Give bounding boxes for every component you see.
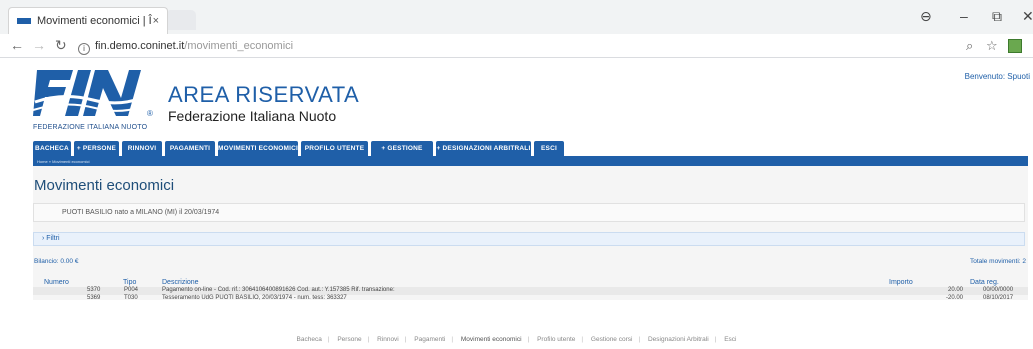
header-descrizione[interactable]: Descrizione — [162, 279, 199, 286]
menu-bacheca[interactable]: BACHECA — [33, 141, 71, 156]
logo-subtitle: FEDERAZIONE ITALIANA NUOTO — [33, 124, 148, 131]
bilancio-label: Bilancio: 0.00 € — [34, 258, 79, 265]
minimize-icon[interactable]: – — [960, 8, 968, 24]
footer-link-movimenti-economici[interactable]: Movimenti economici — [461, 336, 522, 343]
menu-designazioni-arbitrali[interactable]: + DESIGNAZIONI ARBITRALI — [436, 141, 531, 156]
footer-link-persone[interactable]: Persone — [337, 336, 361, 343]
menu-profilo-utente[interactable]: PROFILO UTENTE — [301, 141, 368, 156]
cell-numero: 5370 — [87, 287, 101, 293]
header-numero[interactable]: Numero — [44, 279, 69, 286]
totale-movimenti: Totale movimenti: 2 — [970, 258, 1026, 265]
main-menu: BACHECA + PERSONE RINNOVI PAGAMENTI MOVI… — [33, 141, 1028, 167]
federation-name: Federazione Italiana Nuoto — [168, 108, 337, 124]
forward-icon[interactable]: → — [32, 37, 46, 53]
bookmark-star-icon[interactable]: ☆ — [986, 38, 998, 54]
table-row[interactable]: 5369 T030 Tesseramento UdG PUOTI BASILIO… — [33, 295, 1028, 303]
area-riservata-title: AREA RISERVATA — [168, 82, 360, 107]
menu-pagamenti[interactable]: PAGAMENTI — [165, 141, 215, 156]
cell-descrizione: Pagamento on-line - Cod. rif.: 306410640… — [162, 287, 395, 293]
footer-link-bacheca[interactable]: Bacheca — [297, 336, 322, 343]
svg-text:®: ® — [147, 109, 153, 118]
maximize-icon[interactable]: ⧉ — [992, 8, 1002, 25]
tab-title: Movimenti economici | Î — [37, 15, 152, 27]
window-close-icon[interactable]: ✕ — [1022, 8, 1033, 25]
back-icon[interactable]: ← — [10, 37, 24, 53]
footer-link-pagamenti[interactable]: Pagamenti — [414, 336, 445, 343]
footer-link-rinnovi[interactable]: Rinnovi — [377, 336, 399, 343]
footer-link-designazioni-arbitrali[interactable]: Designazioni Arbitrali — [648, 336, 709, 343]
footer-nav: Bacheca | Persone | Rinnovi | Pagamenti | Mo… — [296, 336, 737, 343]
url-host: fin.demo.coninet.it — [95, 40, 185, 52]
url-field[interactable]: i fin.demo.coninet.it/movimenti_economici — [78, 36, 960, 56]
table-row[interactable]: 5370 P004 Pagamento on-line - Cod. rif.:… — [33, 287, 1028, 295]
address-bar: ← → ↻ i fin.demo.coninet.it/movimenti_eco… — [0, 34, 1033, 58]
reload-icon[interactable]: ↻ — [55, 37, 67, 54]
menu-persone[interactable]: + PERSONE — [74, 141, 119, 156]
footer-link-gestione-corsi[interactable]: Gestione corsi — [591, 336, 633, 343]
footer-link-profilo-utente[interactable]: Profilo utente — [537, 336, 575, 343]
header-tipo[interactable]: Tipo — [123, 279, 136, 286]
cell-data: 00/00/0000 — [983, 287, 1014, 293]
browser-tabstrip: Movimenti economici | Î × ⊖ – ⧉ ✕ — [0, 0, 1033, 34]
zoom-icon[interactable]: ⌕ — [966, 38, 973, 54]
fin-logo[interactable]: ® — [33, 66, 155, 122]
filter-toggle[interactable]: › Filtri — [33, 232, 1025, 246]
info-icon[interactable]: i — [78, 43, 90, 55]
cell-numero: 5369 — [87, 295, 101, 301]
url-path: /movimenti_economici — [184, 40, 294, 52]
new-tab-button[interactable] — [168, 10, 196, 30]
browser-tab[interactable]: Movimenti economici | Î × — [8, 7, 168, 34]
breadcrumb[interactable]: Home » Movimenti economici — [37, 159, 89, 164]
menu-esci[interactable]: ESCI — [534, 141, 564, 156]
cell-tipo: T030 — [124, 295, 138, 301]
cell-tipo: P004 — [124, 287, 139, 293]
person-info: PUOTI BASILIO nato a MILANO (MI) il 20/0… — [33, 203, 1025, 222]
header-data[interactable]: Data reg. — [970, 279, 999, 286]
cell-importo: 20.00 — [948, 287, 964, 293]
fin-favicon-icon — [17, 18, 31, 24]
menu-gestione-corsi[interactable]: + GESTIONE CORSI — [371, 141, 433, 167]
footer-link-esci[interactable]: Esci — [724, 336, 736, 343]
welcome-user[interactable]: Benvenuto: Spuoti — [900, 72, 1030, 81]
extension-icon[interactable] — [1008, 39, 1022, 53]
close-tab-icon[interactable]: × — [153, 8, 159, 34]
cell-descrizione: Tesseramento UdG PUOTI BASILIO, 20/03/19… — [162, 295, 347, 301]
menu-rinnovi[interactable]: RINNOVI — [122, 141, 162, 156]
header-importo[interactable]: Importo — [889, 279, 913, 286]
profile-icon[interactable]: ⊖ — [920, 8, 932, 25]
cell-data: 08/10/2017 — [983, 295, 1014, 301]
cell-importo: -20.00 — [946, 295, 964, 301]
page-title: Movimenti economici — [34, 177, 175, 194]
menu-movimenti-economici[interactable]: MOVIMENTI ECONOMICI — [218, 141, 298, 156]
